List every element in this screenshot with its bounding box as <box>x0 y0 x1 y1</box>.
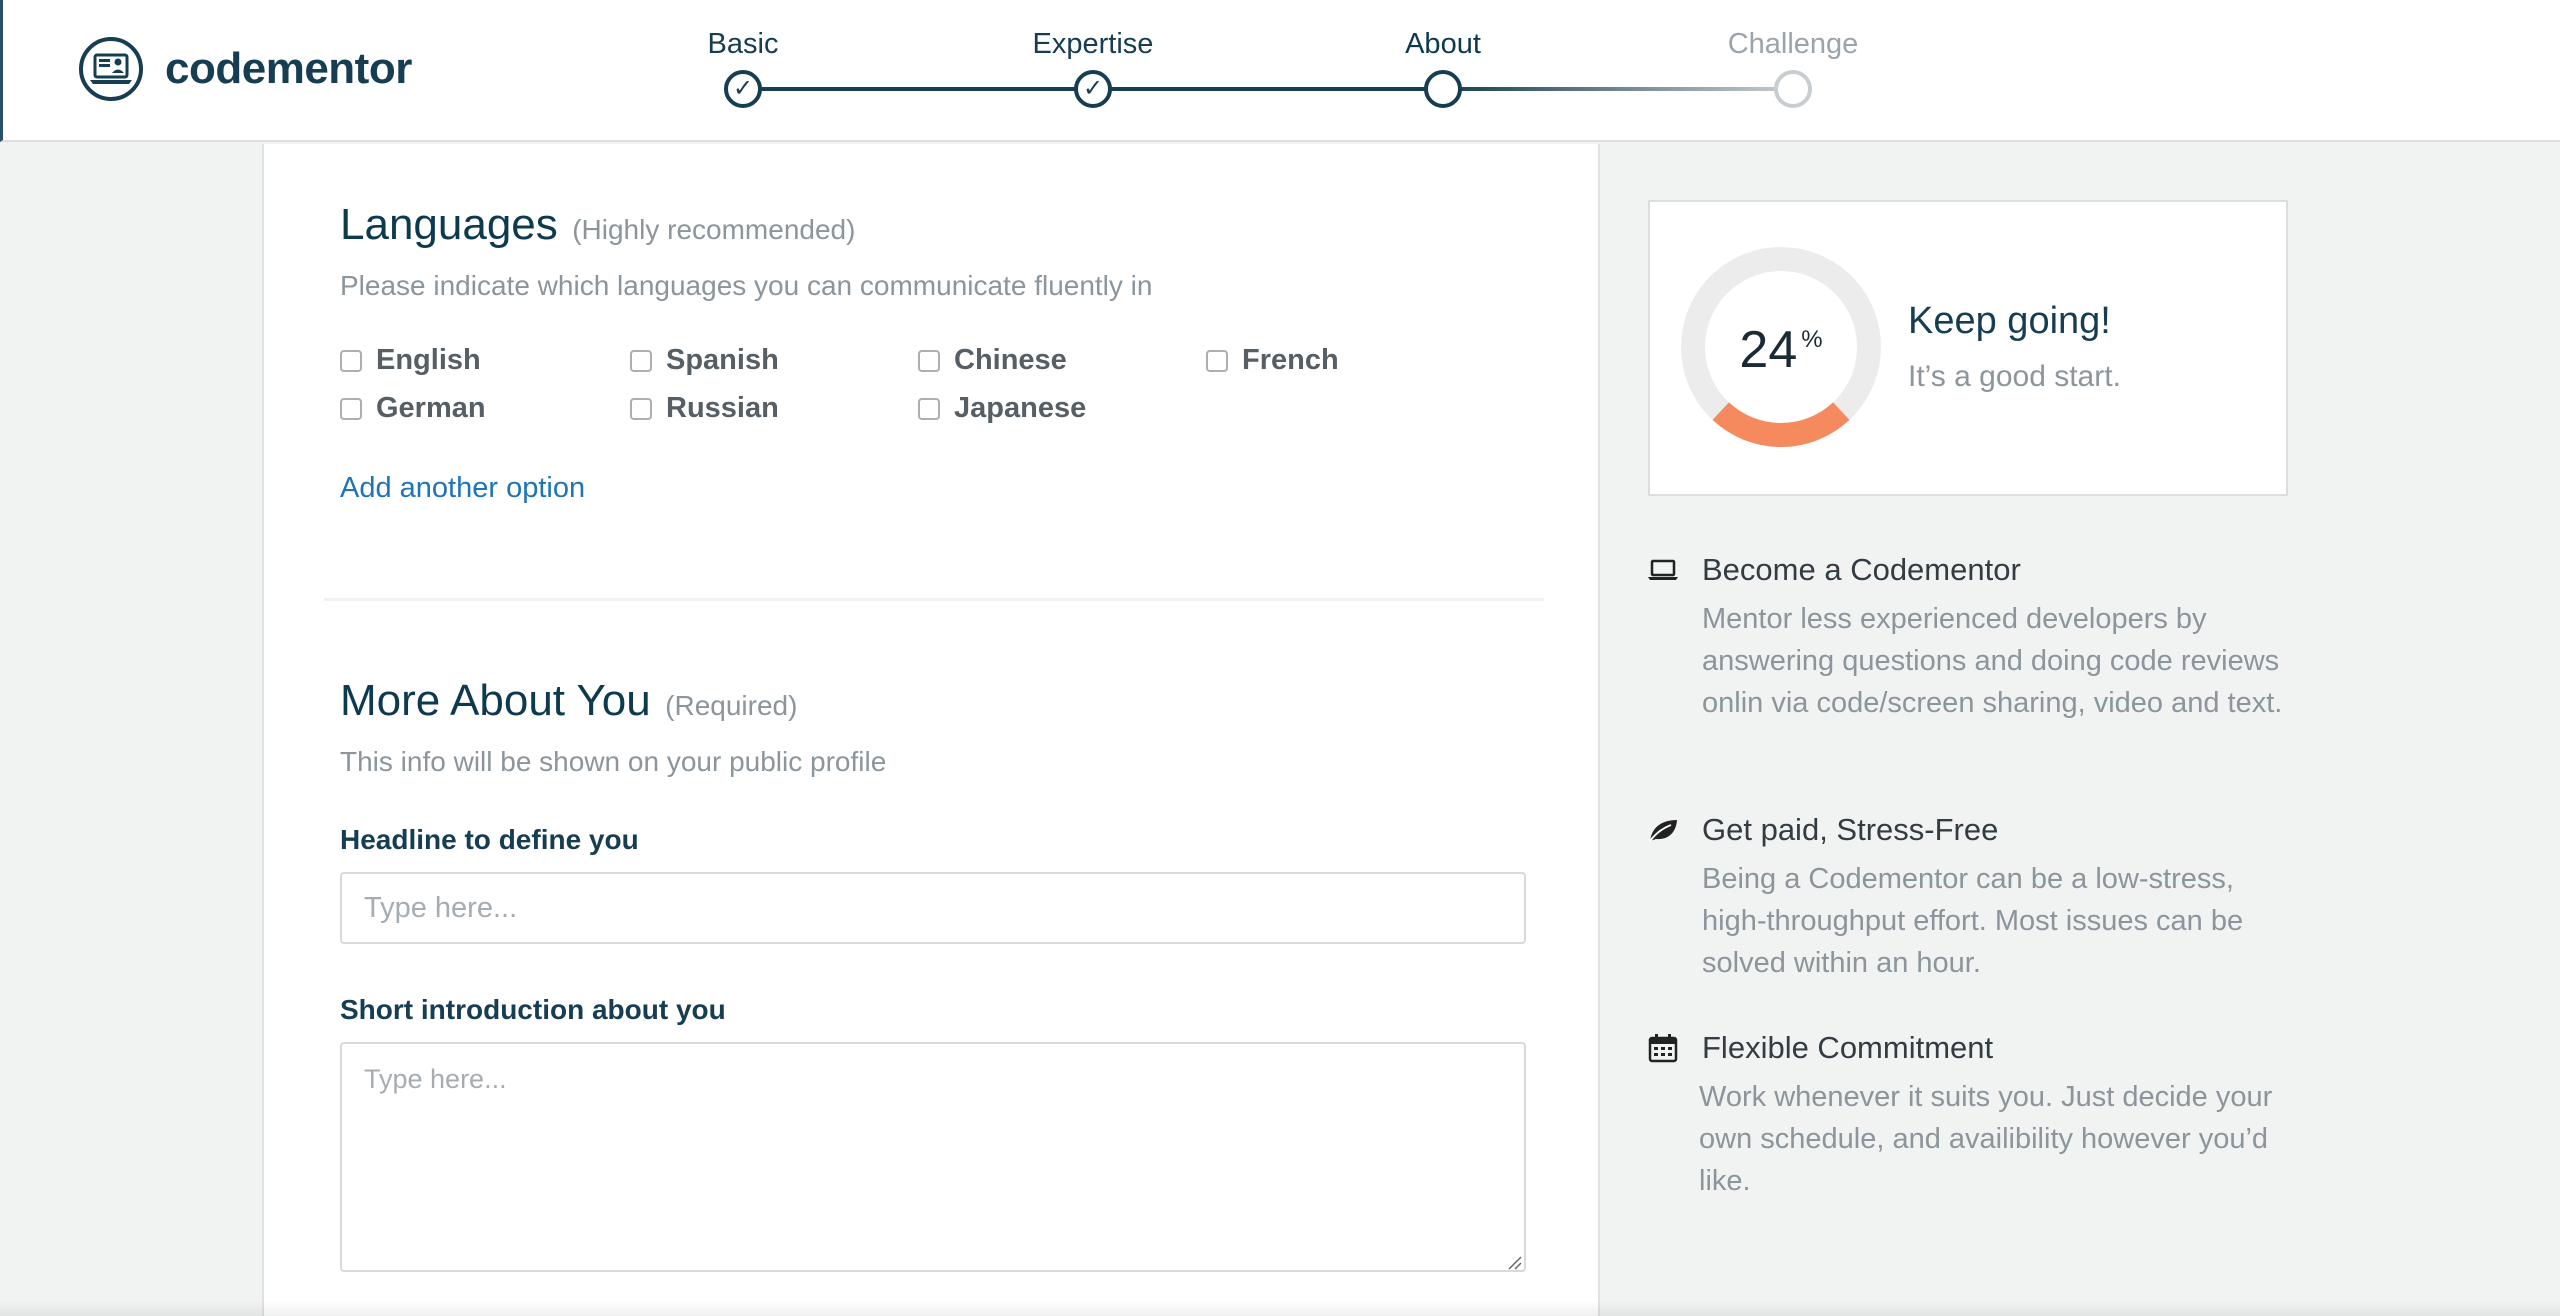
intro-textarea[interactable] <box>340 1042 1526 1272</box>
language-option-german[interactable]: German <box>340 392 486 425</box>
benefit-become-codementor: Become a Codementor Mentor less experien… <box>1646 552 2306 724</box>
german-checkbox[interactable] <box>340 397 362 420</box>
benefit-text: Being a Codementor can be a low-stress, … <box>1702 863 2244 979</box>
section-divider <box>324 598 1544 601</box>
about-title: More About You <box>340 676 651 725</box>
language-option-french[interactable]: French <box>1206 344 1339 377</box>
profile-form-card: Languages (Highly recommended) Please in… <box>262 144 1600 1316</box>
add-language-option-link[interactable]: Add another option <box>340 472 585 505</box>
step-about-circle[interactable] <box>1424 70 1462 108</box>
language-label: Japanese <box>954 392 1087 424</box>
language-label: French <box>1242 344 1339 376</box>
benefit-title: Become a Codementor <box>1702 552 2021 587</box>
french-checkbox[interactable] <box>1206 349 1228 372</box>
benefit-get-paid: Get paid, Stress-Free Being a Codementor… <box>1646 812 2306 984</box>
leaf-icon <box>1649 820 1677 842</box>
progress-title: Keep going! <box>1908 300 2111 342</box>
languages-title: Languages <box>340 200 558 249</box>
about-subtitle: This info will be shown on your public p… <box>340 746 887 777</box>
step-connector <box>743 87 1093 91</box>
headline-label: Headline to define you <box>340 824 639 855</box>
step-label-basic[interactable]: Basic <box>623 28 863 61</box>
progress-percent-value: 24 <box>1739 321 1798 379</box>
language-option-spanish[interactable]: Spanish <box>630 344 779 377</box>
headline-input[interactable] <box>340 872 1526 944</box>
benefit-title: Flexible Commitment <box>1702 1030 1994 1065</box>
profile-progress-card: 24% Keep going! It’s a good start. <box>1648 200 2288 496</box>
step-challenge-circle <box>1774 70 1812 108</box>
about-section: More About You (Required) This info will… <box>340 676 1526 778</box>
languages-section: Languages (Highly recommended) Please in… <box>340 200 1526 302</box>
step-expertise-check-icon[interactable]: ✓ <box>1074 70 1112 108</box>
signup-progress-steps: Basic ✓ Expertise ✓ About Challenge <box>3 0 2560 142</box>
languages-note: (Highly recommended) <box>572 214 856 245</box>
japanese-checkbox[interactable] <box>918 397 940 420</box>
step-basic-check-icon[interactable]: ✓ <box>724 70 762 108</box>
benefit-text: Mentor less experienced developers by an… <box>1702 603 2283 719</box>
language-option-chinese[interactable]: Chinese <box>918 344 1067 377</box>
language-option-russian[interactable]: Russian <box>630 392 779 425</box>
benefit-text: Work whenever it suits you. Just decide … <box>1699 1081 2273 1197</box>
step-label-about[interactable]: About <box>1323 28 1563 61</box>
chinese-checkbox[interactable] <box>918 349 940 372</box>
benefit-title: Get paid, Stress-Free <box>1702 812 1999 847</box>
language-label: German <box>376 392 486 424</box>
english-checkbox[interactable] <box>340 349 362 372</box>
laptop-icon <box>1648 559 1678 580</box>
step-connector <box>1093 87 1443 91</box>
progress-arc <box>1712 402 1850 447</box>
language-label: Spanish <box>666 344 779 376</box>
language-label: Chinese <box>954 344 1067 376</box>
progress-percent: 24% <box>1680 320 1882 380</box>
progress-percent-symbol: % <box>1801 326 1823 353</box>
language-label: English <box>376 344 481 376</box>
bottom-shadow <box>0 1300 2560 1316</box>
russian-checkbox[interactable] <box>630 397 652 420</box>
spanish-checkbox[interactable] <box>630 349 652 372</box>
language-label: Russian <box>666 392 779 424</box>
resize-grip-icon[interactable] <box>1506 1254 1522 1270</box>
language-option-english[interactable]: English <box>340 344 481 377</box>
language-option-japanese[interactable]: Japanese <box>918 392 1086 425</box>
step-label-challenge: Challenge <box>1727 28 1859 60</box>
calendar-icon <box>1648 1034 1678 1063</box>
step-connector <box>1443 87 1793 91</box>
top-header: codementor Basic ✓ Expertise ✓ About Cha… <box>0 0 2560 142</box>
benefit-flexible-commitment: Flexible Commitment Work whenever it sui… <box>1646 1030 2306 1202</box>
progress-subtitle: It’s a good start. <box>1908 360 2121 393</box>
about-note: (Required) <box>665 690 798 721</box>
step-label-expertise[interactable]: Expertise <box>973 28 1213 61</box>
intro-label: Short introduction about you <box>340 994 726 1025</box>
languages-subtitle: Please indicate which languages you can … <box>340 270 1153 301</box>
